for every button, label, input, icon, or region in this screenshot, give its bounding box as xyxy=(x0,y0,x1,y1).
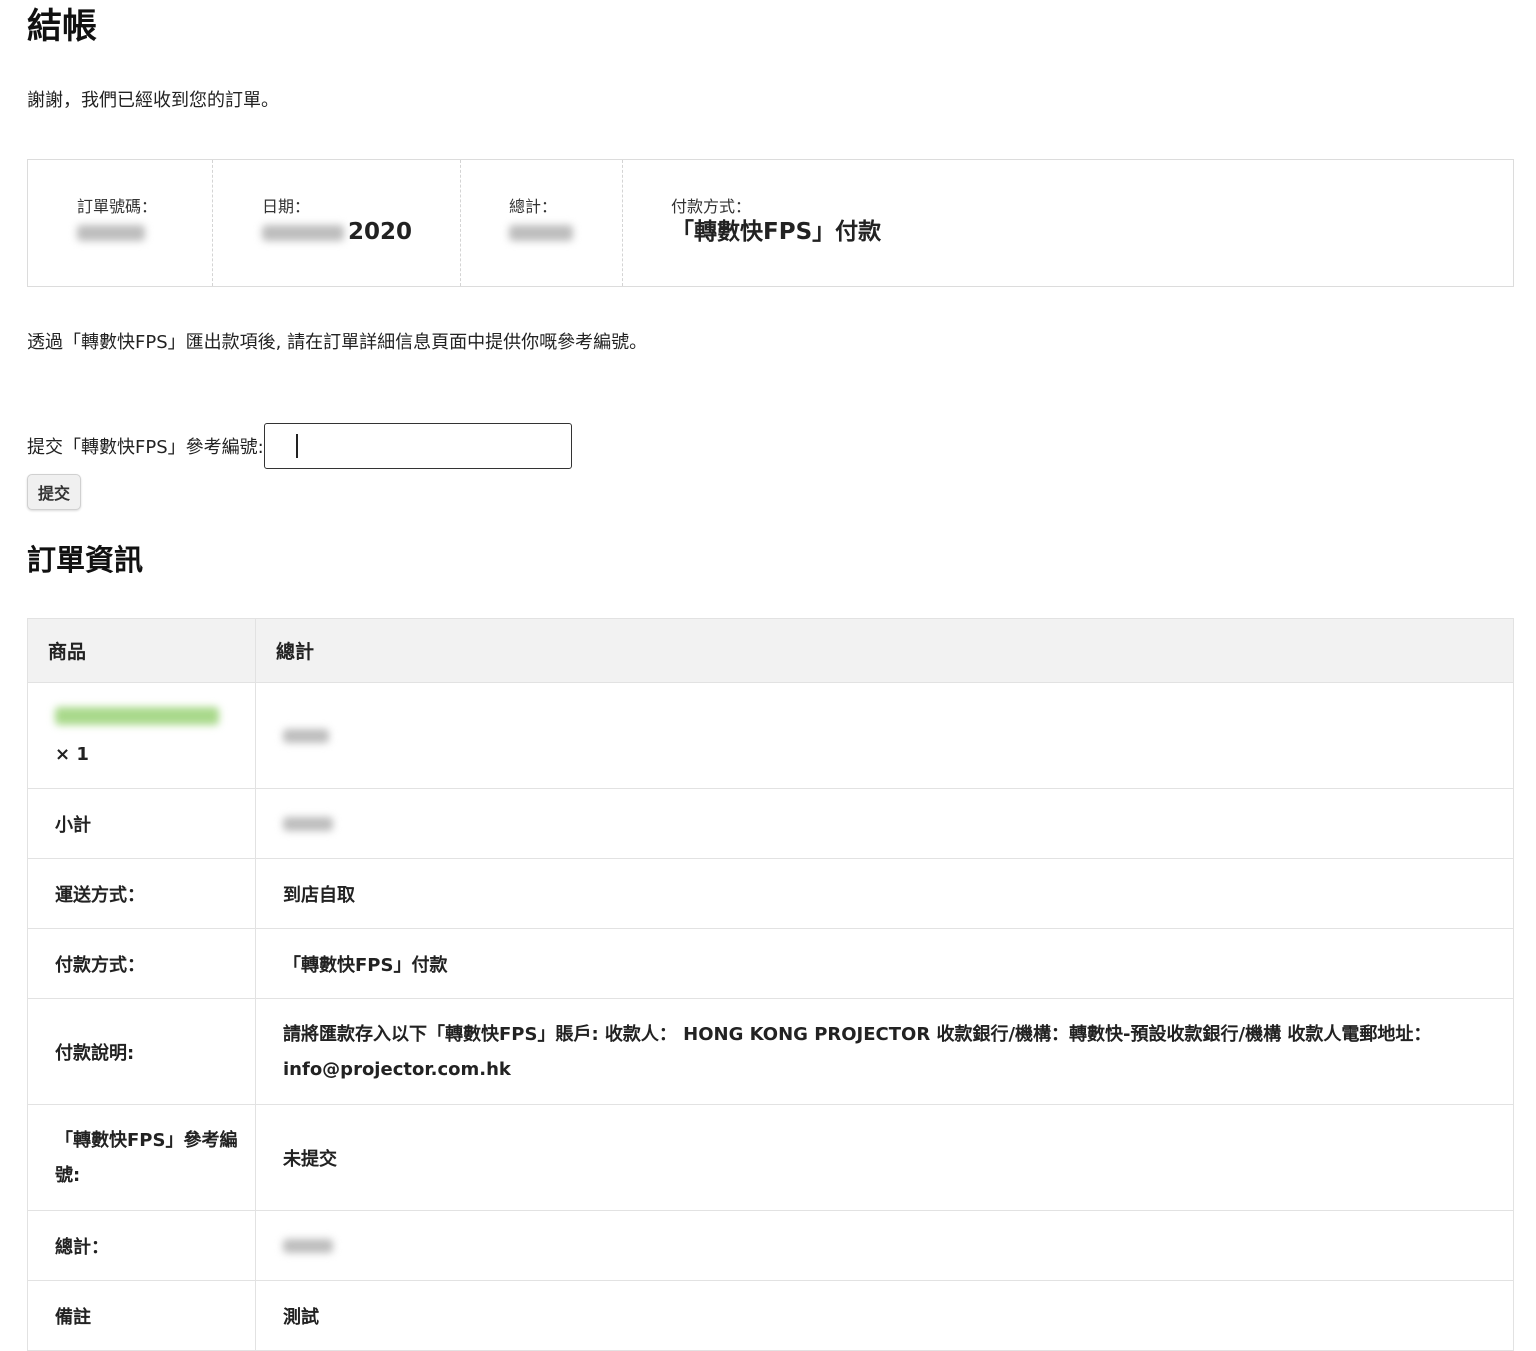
note-label: 備註 xyxy=(27,1280,256,1351)
table-row: 付款說明: 請將匯款存入以下「轉數快FPS」賬戶: 收款人： HONG KONG… xyxy=(27,998,1514,1105)
note-value: 測試 xyxy=(255,1280,1514,1351)
thank-you-message: 謝謝，我們已經收到您的訂單。 xyxy=(27,90,279,111)
product-cell: × 1 xyxy=(27,682,256,789)
table-header-row: 商品 總計 xyxy=(27,618,1514,683)
table-row: 備註 測試 xyxy=(27,1280,1514,1351)
payment-instructions-value: 請將匯款存入以下「轉數快FPS」賬戶: 收款人： HONG KONG PROJE… xyxy=(255,998,1514,1105)
payment-method-cell: 付款方式： 「轉數快FPS」付款 xyxy=(623,160,1513,286)
order-total-value xyxy=(509,216,573,248)
table-row: × 1 xyxy=(27,682,1514,789)
order-number-label: 訂單號碼： xyxy=(77,197,158,216)
reference-input[interactable] xyxy=(263,423,572,469)
subtotal-label: 小計 xyxy=(27,788,256,859)
column-header-total: 總計 xyxy=(255,618,1514,683)
subtotal-value xyxy=(255,788,1514,859)
product-total-cell xyxy=(255,682,1514,789)
payment-method-value: 「轉數快FPS」付款 xyxy=(671,219,882,245)
table-row: 付款方式： 「轉數快FPS」付款 xyxy=(27,928,1514,999)
payment-method-row-value: 「轉數快FPS」付款 xyxy=(255,928,1514,999)
order-date-label: 日期： xyxy=(262,197,311,216)
table-row: 「轉數快FPS」參考編號: 未提交 xyxy=(27,1104,1514,1211)
order-total-cell: 總計： xyxy=(461,160,623,286)
submit-button[interactable]: 提交 xyxy=(27,474,81,510)
payment-instructions-label: 付款說明: xyxy=(27,998,256,1105)
reference-label: 提交「轉數快FPS」參考編號: xyxy=(27,437,264,458)
order-number-cell: 訂單號碼： xyxy=(28,160,213,286)
product-quantity: × 1 xyxy=(55,743,89,765)
payment-method-label: 付款方式： xyxy=(671,197,752,216)
order-total-label: 總計： xyxy=(509,197,558,216)
product-link[interactable] xyxy=(55,706,219,725)
total-row-label: 總計： xyxy=(27,1210,256,1281)
page-title: 結帳 xyxy=(27,7,98,47)
order-details-table: 商品 總計 × 1 小計 運送方式： 到店自取 付款方式： 「轉數快FPS」付款… xyxy=(27,618,1514,1351)
total-row-value xyxy=(255,1210,1514,1281)
column-header-product: 商品 xyxy=(27,618,256,683)
fps-reference-value: 未提交 xyxy=(255,1104,1514,1211)
shipping-value: 到店自取 xyxy=(255,858,1514,929)
table-row: 運送方式： 到店自取 xyxy=(27,858,1514,929)
text-caret xyxy=(296,434,298,458)
table-row: 總計： xyxy=(27,1210,1514,1281)
order-date-cell: 日期： 2020 xyxy=(213,160,461,286)
reference-form: 提交「轉數快FPS」參考編號: xyxy=(27,423,572,469)
fps-reference-label: 「轉數快FPS」參考編號: xyxy=(27,1104,256,1211)
order-details-title: 訂單資訊 xyxy=(27,543,144,577)
order-overview: 訂單號碼： 日期： 2020 總計： 付款方式： 「轉數快FPS」付款 xyxy=(27,159,1514,287)
order-date-value: 2020 xyxy=(262,216,412,248)
order-number-value xyxy=(77,216,145,248)
shipping-label: 運送方式： xyxy=(27,858,256,929)
payment-method-row-label: 付款方式： xyxy=(27,928,256,999)
fps-instructions: 透過「轉數快FPS」匯出款項後, 請在訂單詳細信息頁面中提供你嘅參考編號。 xyxy=(27,332,648,353)
order-date-year: 2020 xyxy=(348,219,413,245)
table-row: 小計 xyxy=(27,788,1514,859)
